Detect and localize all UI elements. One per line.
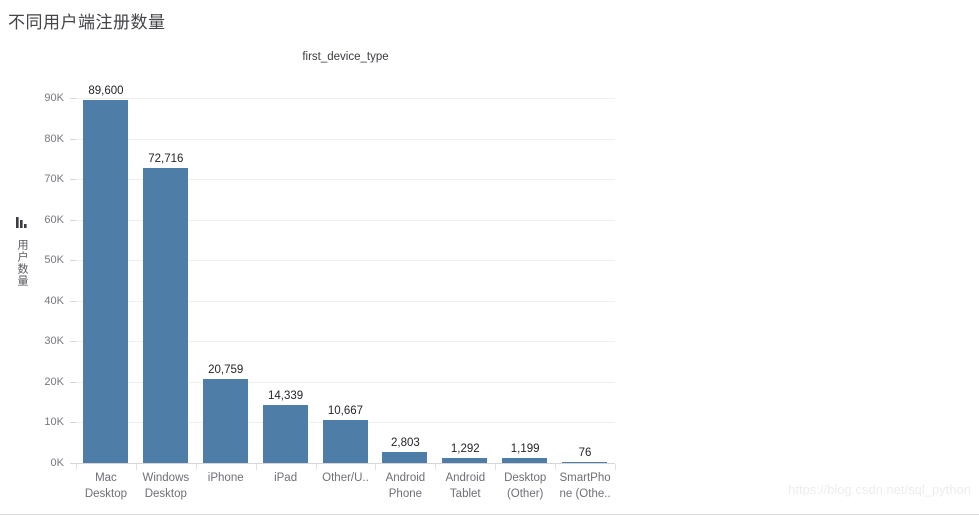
bar-value-label: 1,199 [510,443,540,456]
x-axis-category-label: Windows Desktop [136,470,196,502]
y-axis-ticks [0,98,76,464]
x-axis-category-line: Desktop [144,488,187,500]
bar-value-label: 2,803 [390,436,420,449]
x-axis-labels: Mac Desktop Windows Desktop iPhone iPad Other/… [76,470,615,510]
x-axis-category-label: Mac Desktop [76,470,136,502]
x-axis-category-label: Android Phone [375,470,435,502]
bar-value-label: 76 [578,447,592,459]
x-axis-category-label: Android Tablet [435,470,495,502]
x-axis-category-line: Other/U.. [322,472,369,484]
x-axis-category-line: Desktop [84,488,128,500]
x-axis-separator [615,464,616,470]
x-axis-category-label: iPad [256,470,316,486]
bar-value-label: 20,759 [208,363,244,376]
bar-value-label: 72,716 [148,153,184,166]
page-title: 不同用户端注册数量 [8,13,166,32]
chart-container: first_device_type 用户数量 0K 10K 20K 30K 40K 50K… [0,40,979,505]
x-axis-category-line: Phone [388,488,423,500]
x-axis-category-line: Android [445,472,486,484]
x-axis-category-line: ne (Othe.. [559,488,611,500]
x-axis-category-line: Android [385,472,426,484]
x-axis-category-line: Windows [142,472,190,484]
bar[interactable] [262,404,308,463]
bar-slot: 89,600 [76,85,136,463]
x-axis-category-line: iPhone [207,472,244,484]
chart-title: first_device_type [302,51,389,63]
x-axis-category-line: iPad [274,472,298,484]
bar-value-label: 10,667 [327,404,364,417]
x-axis-category-label: Desktop (Other) [495,470,555,502]
x-axis-category-label: iPhone [196,470,256,486]
x-axis-category-line: (Other) [506,488,544,500]
bar[interactable] [83,99,128,463]
bar-slot: 76 [555,98,615,463]
x-axis-category-line: Mac [95,472,117,484]
bar[interactable] [142,168,188,463]
bar[interactable] [382,451,428,463]
plot-area: 89,600 72,716 20,759 14,339 10,667 2,803 1,292… [76,85,615,464]
x-axis-category-line: Tablet [449,488,481,500]
x-axis-category-line: SmartPho [559,472,611,484]
bar-slot: 20,759 [196,98,256,463]
bar[interactable] [202,378,248,463]
bar[interactable] [322,419,368,463]
x-axis-category-label: SmartPho ne (Othe.. [555,470,615,502]
bar-value-label: 1,292 [450,442,480,455]
x-axis-category-line: Desktop [504,472,547,484]
watermark: https://blog.csdn.net/sql_python [788,482,971,497]
bar-slot: 1,292 [435,98,495,463]
bar-slot: 1,199 [495,98,555,463]
bar-value-label: 89,600 [88,84,124,97]
bar-slot: 72,716 [136,98,196,463]
bar-slot: 14,339 [256,98,316,463]
bar-slot: 2,803 [375,98,435,463]
x-axis-category-label: Other/U.. [316,470,376,486]
bar-value-label: 14,339 [268,389,304,402]
bar-slot: 10,667 [316,98,376,463]
